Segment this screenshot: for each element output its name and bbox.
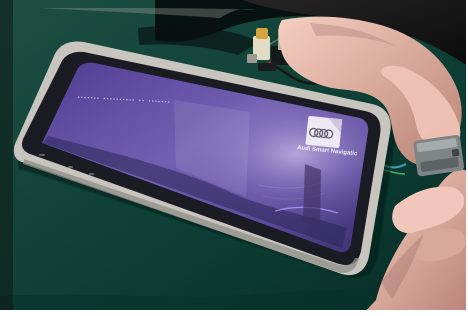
connector-silver bbox=[247, 54, 257, 63]
photo-tablet-on-table: ••••••• •••••••••• •• ••••••• Audi Smart… bbox=[0, 0, 468, 316]
bottom-white-margin bbox=[0, 310, 468, 316]
port-2 bbox=[68, 166, 73, 168]
left-frame bbox=[0, 0, 13, 316]
port-3 bbox=[89, 173, 94, 175]
module-port bbox=[451, 148, 460, 157]
grey-module bbox=[413, 134, 465, 177]
connector-base bbox=[258, 63, 276, 71]
port-1 bbox=[39, 154, 45, 156]
audi-logo-mark bbox=[305, 116, 343, 149]
photo-scene bbox=[0, 0, 468, 316]
screen-vertical-shadow bbox=[303, 164, 321, 229]
connector-yellow bbox=[256, 28, 268, 39]
